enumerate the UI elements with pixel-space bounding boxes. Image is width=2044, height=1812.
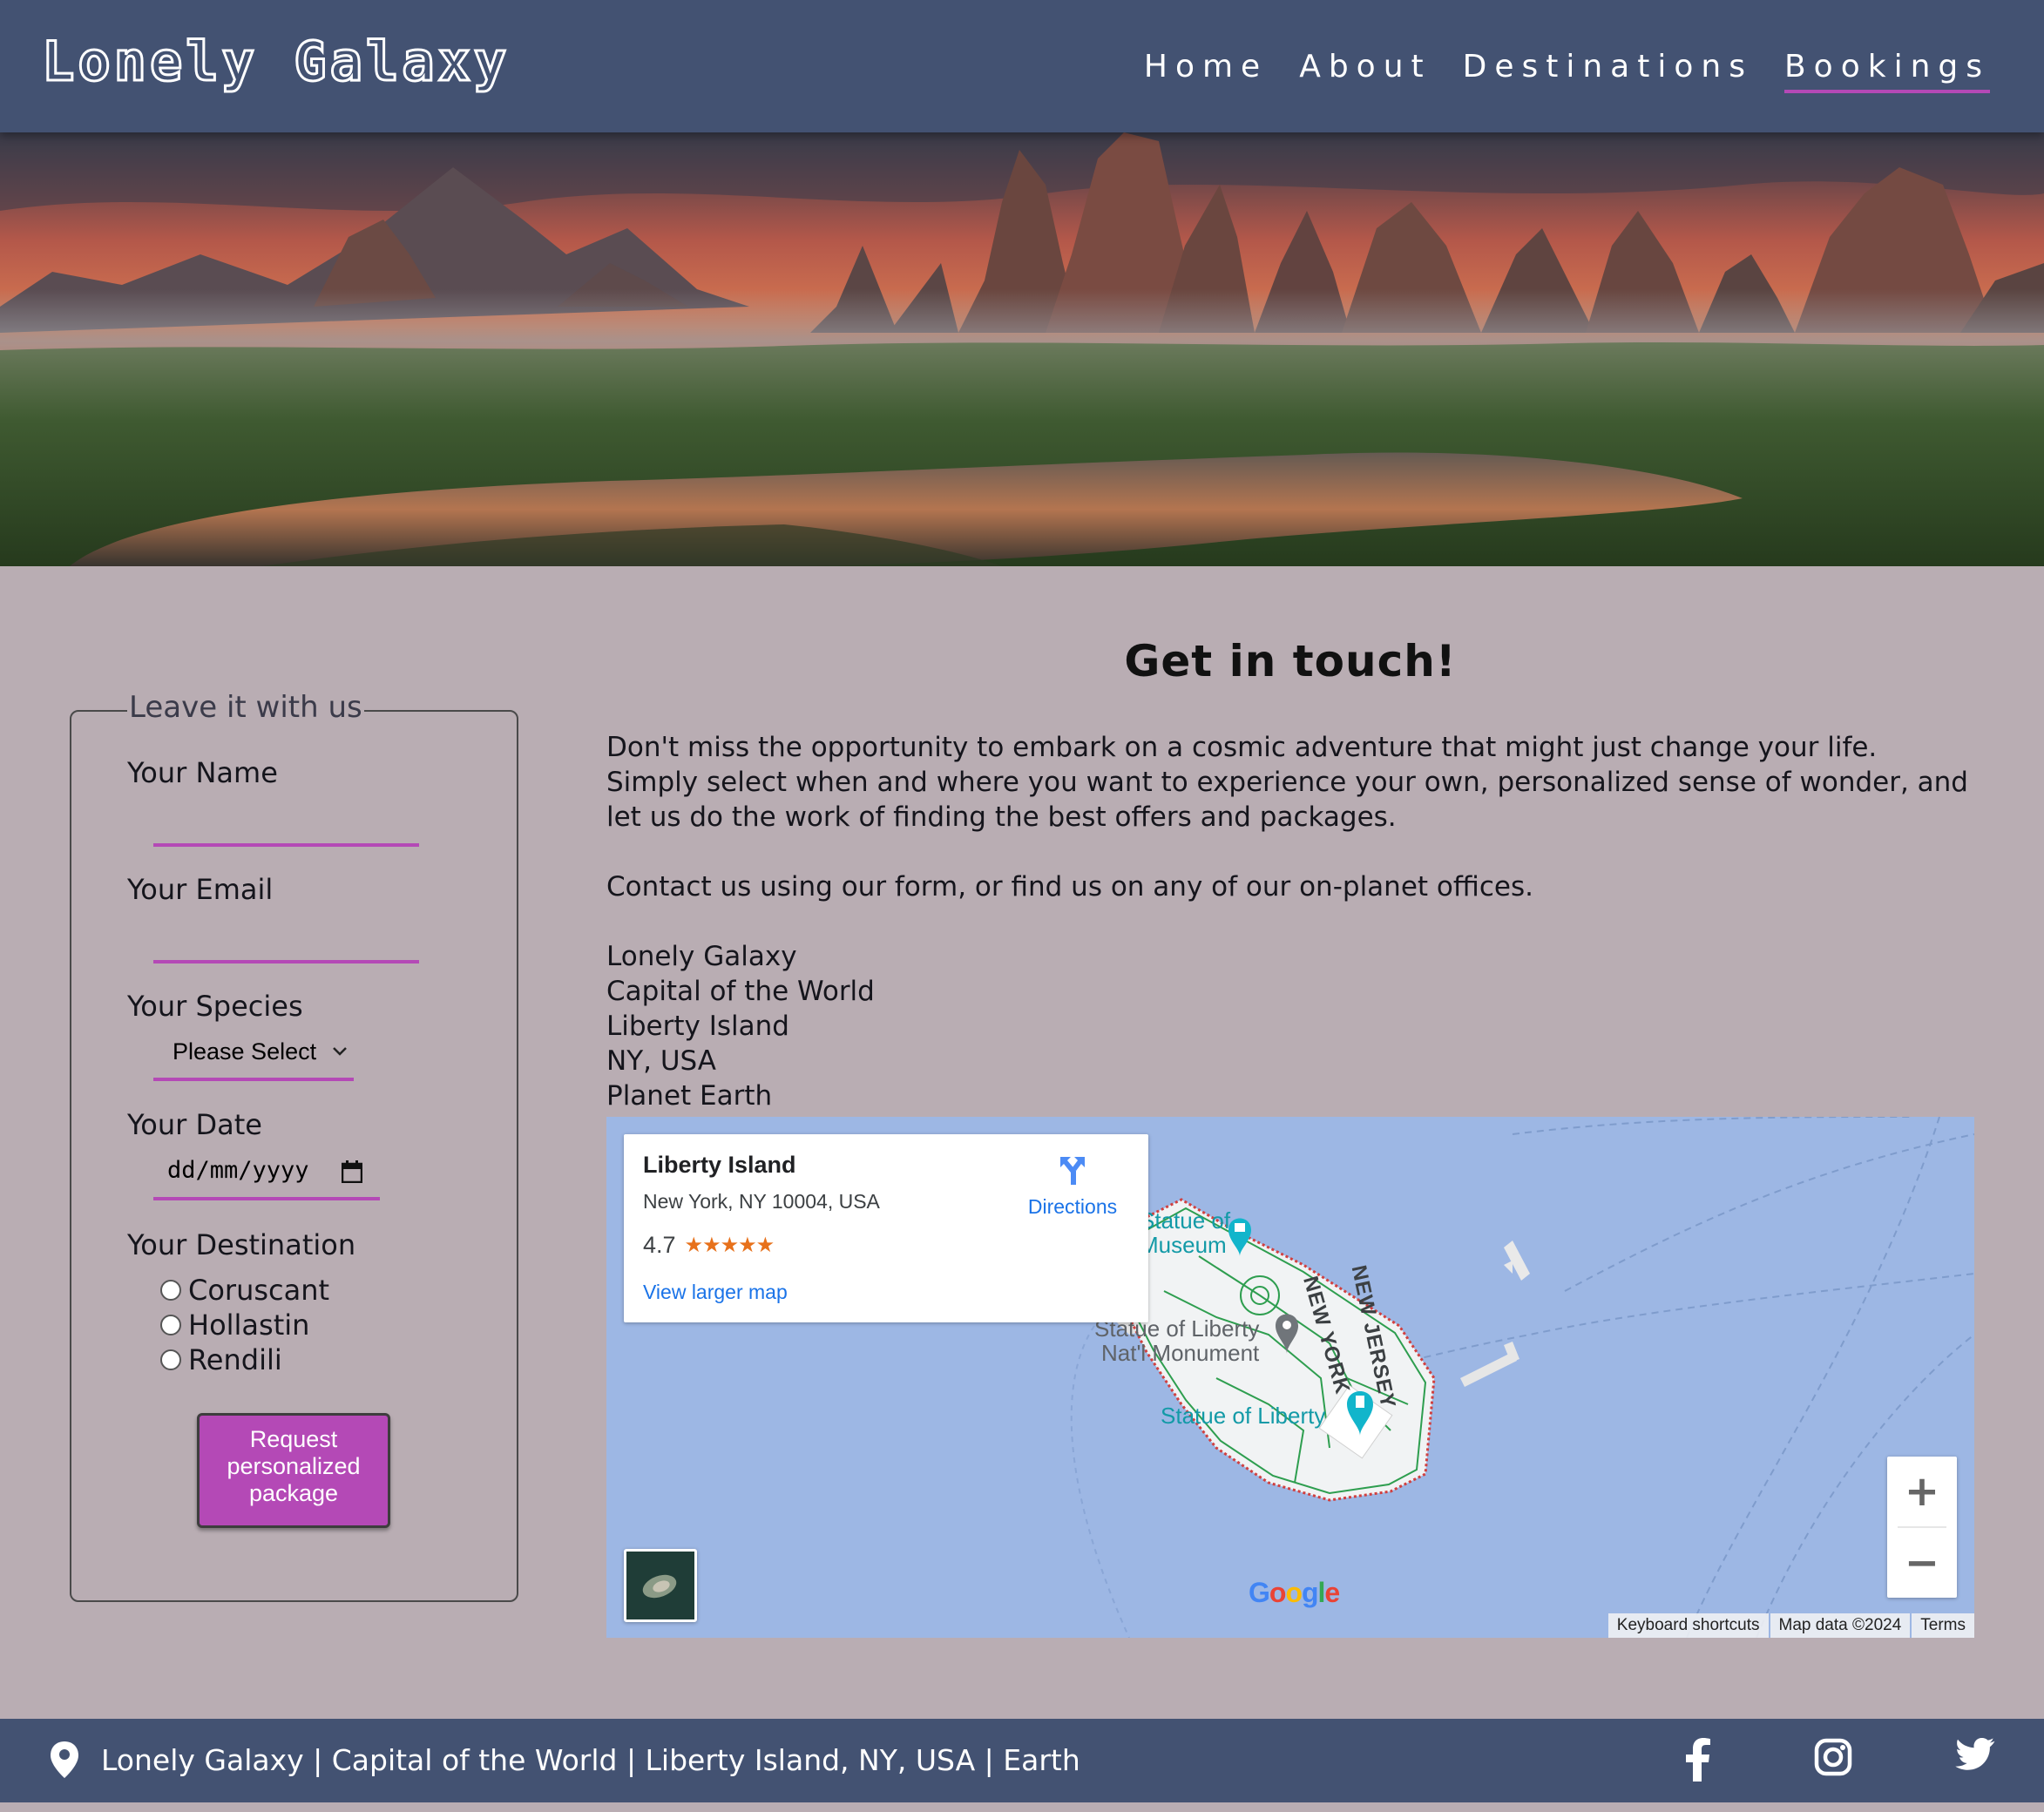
satellite-toggle[interactable]: [624, 1549, 697, 1622]
address-line: Lonely Galaxy: [606, 941, 797, 972]
destination-option-hollastin[interactable]: Hollastin: [160, 1308, 309, 1342]
radio-button[interactable]: [160, 1315, 181, 1335]
species-selected-value: Please Select: [173, 1038, 317, 1065]
destination-option-coruscant[interactable]: Coruscant: [160, 1274, 329, 1307]
destination-option-rendili[interactable]: Rendili: [160, 1343, 282, 1376]
address-line: Planet Earth: [606, 1080, 773, 1112]
site-footer: Lonely Galaxy | Capital of the World | L…: [0, 1719, 2044, 1802]
nav-home[interactable]: Home: [1144, 49, 1268, 93]
intro-line-2: Simply select when and where you want to…: [606, 767, 1968, 833]
chevron-down-icon: [333, 1047, 347, 1056]
species-select[interactable]: Please Select: [153, 1033, 354, 1081]
twitter-icon[interactable]: [1955, 1738, 1995, 1773]
email-input[interactable]: [153, 925, 419, 963]
site-logo[interactable]: Lonely Galaxy: [40, 29, 510, 95]
request-package-button[interactable]: Request personalized package: [197, 1413, 390, 1528]
place-address: New York, NY 10004, USA: [643, 1190, 880, 1213]
address-line: NY, USA: [606, 1045, 716, 1077]
directions-icon: [1060, 1157, 1085, 1185]
hero-image: [0, 132, 2044, 566]
satellite-thumbnail-icon: [626, 1552, 694, 1619]
map-label-monument-line2: Nat'l Monument: [1101, 1340, 1260, 1366]
date-label: Your Date: [127, 1108, 262, 1141]
map-label-museum-line1: Statue of: [1140, 1207, 1231, 1234]
name-input[interactable]: [153, 808, 419, 847]
map-label-museum-line2: Museum: [1140, 1232, 1227, 1258]
zoom-in-button[interactable]: +: [1887, 1457, 1957, 1526]
nav-destinations[interactable]: Destinations: [1463, 49, 1753, 93]
date-input[interactable]: dd/mm/yyyy: [153, 1150, 380, 1200]
instagram-icon[interactable]: [1814, 1738, 1852, 1776]
terms-link[interactable]: Terms: [1912, 1613, 1974, 1638]
date-placeholder: dd/mm/yyyy: [167, 1157, 309, 1184]
intro-line-1: Don't miss the opportunity to embark on …: [606, 732, 1878, 763]
location-pin-icon: [51, 1741, 78, 1778]
map-data-text: Map data ©2024: [1770, 1613, 1911, 1638]
radio-button[interactable]: [160, 1349, 181, 1370]
radio-label: Rendili: [188, 1343, 282, 1376]
zoom-controls: + −: [1887, 1457, 1957, 1598]
rating-value: 4.7: [643, 1232, 676, 1258]
calendar-icon[interactable]: [342, 1160, 362, 1183]
name-label: Your Name: [127, 756, 278, 789]
nav-bookings[interactable]: Bookings: [1783, 49, 1990, 93]
directions-label: Directions: [1027, 1195, 1118, 1218]
page-bottom-strip: [0, 1802, 2044, 1812]
email-label: Your Email: [127, 873, 274, 906]
site-header: Lonely Galaxy Home About Destinations Bo…: [0, 0, 2044, 132]
place-rating: 4.7 ★★★★★: [643, 1232, 775, 1259]
facebook-icon[interactable]: [1683, 1738, 1711, 1782]
contact-text: Contact us using our form, or find us on…: [606, 871, 1533, 903]
page-title: Get in touch!: [1124, 636, 1457, 686]
nav-about[interactable]: About: [1299, 49, 1431, 93]
keyboard-shortcuts-link[interactable]: Keyboard shortcuts: [1607, 1613, 1769, 1638]
directions-button[interactable]: Directions: [1016, 1153, 1129, 1219]
address-line: Liberty Island: [606, 1011, 789, 1042]
map-attribution: Keyboard shortcuts Map data ©2024 Terms: [1607, 1613, 1974, 1638]
map-label-statue: Statue of Liberty: [1161, 1403, 1326, 1429]
footer-address: Lonely Galaxy | Capital of the World | L…: [101, 1743, 1080, 1777]
place-name: Liberty Island: [643, 1152, 796, 1178]
species-label: Your Species: [127, 990, 303, 1023]
radio-label: Coruscant: [188, 1274, 330, 1307]
zoom-out-button[interactable]: −: [1887, 1528, 1957, 1598]
destination-label: Your Destination: [127, 1228, 356, 1261]
main-nav: Home About Destinations Bookings: [1144, 49, 1990, 93]
place-info-card: Liberty Island New York, NY 10004, USA 4…: [624, 1134, 1148, 1322]
radio-label: Hollastin: [188, 1308, 310, 1342]
view-larger-map-link[interactable]: View larger map: [643, 1281, 788, 1304]
google-logo: Google: [1249, 1577, 1340, 1608]
embedded-map[interactable]: Statue of Museum Statue of Liberty Nat'l…: [606, 1117, 1974, 1638]
rating-stars: ★★★★★: [684, 1234, 775, 1257]
address-line: Capital of the World: [606, 976, 875, 1007]
hero-landscape-illustration: [0, 132, 2044, 566]
form-legend: Leave it with us: [127, 690, 364, 725]
radio-button[interactable]: [160, 1280, 181, 1301]
